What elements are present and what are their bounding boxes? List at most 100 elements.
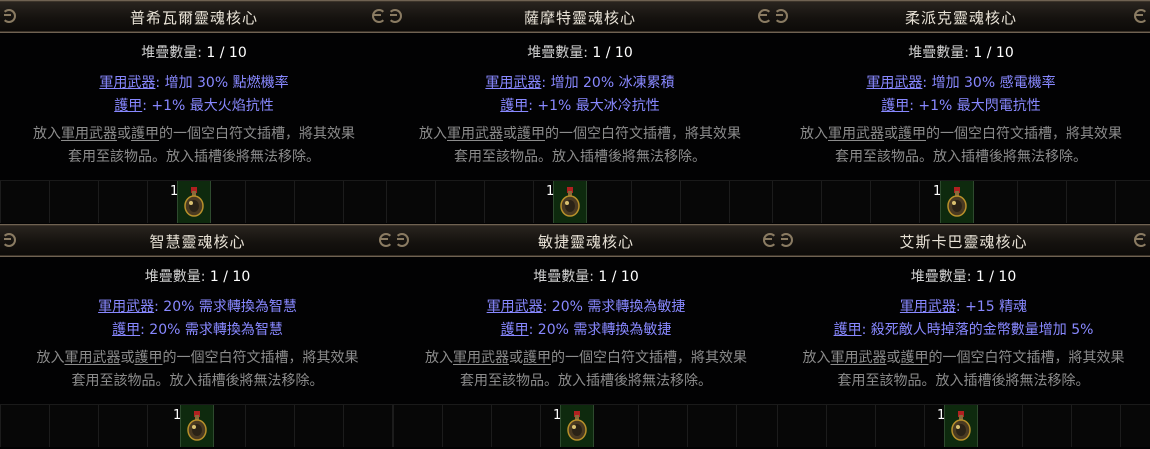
weapon-modifier: 軍用武器: 增加 20% 冰凍累積 xyxy=(386,72,774,92)
item-slot[interactable]: 1 xyxy=(173,405,214,447)
tooltip-header: 敏捷靈魂核心 xyxy=(393,224,779,257)
item-description: 放入軍用武器或護甲的一個空白符文插槽，將其效果 套用至該物品。放入插槽後將無法移… xyxy=(386,123,774,169)
armour-keyword[interactable]: 護甲 xyxy=(500,98,528,114)
description-line-1: 放入軍用武器或護甲的一個空白符文插槽，將其效果 xyxy=(772,123,1150,146)
weapon-keyword[interactable]: 軍用武器 xyxy=(99,75,155,91)
weapon-effect: : 增加 30% 感電機率 xyxy=(922,75,1056,91)
inventory-strip: 1 xyxy=(772,180,1150,223)
description-line-1: 放入軍用武器或護甲的一個空白符文插槽，將其效果 xyxy=(777,347,1150,370)
tooltip-header: 智慧靈魂核心 xyxy=(0,224,395,257)
item-title: 敏捷靈魂核心 xyxy=(537,233,634,251)
item-quantity: 1 xyxy=(173,408,182,423)
weapon-modifier: 軍用武器: +15 精魂 xyxy=(777,296,1150,316)
desc-armour-keyword[interactable]: 護甲 xyxy=(898,126,926,142)
desc-armour-keyword[interactable]: 護甲 xyxy=(517,126,545,142)
soul-core-tooltip[interactable]: 敏捷靈魂核心 堆疊數量: 1 / 10 軍用武器: 20% 需求轉換為敏捷 護甲… xyxy=(393,224,779,449)
stack-value: 1 / 10 xyxy=(592,45,633,61)
desc-text: 的一個空白符文插槽，將其效果 xyxy=(928,350,1125,366)
stack-label: 堆疊數量: xyxy=(533,269,599,285)
item-description: 放入軍用武器或護甲的一個空白符文插槽，將其效果 套用至該物品。放入插槽後將無法移… xyxy=(0,123,388,169)
desc-armour-keyword[interactable]: 護甲 xyxy=(135,350,163,366)
item-slot[interactable]: 1 xyxy=(937,405,978,447)
soul-core-tooltip[interactable]: 普希瓦爾靈魂核心 堆疊數量: 1 / 10 軍用武器: 增加 30% 點燃機率 … xyxy=(0,0,388,225)
desc-text: 或 xyxy=(886,350,901,366)
desc-weapon-keyword[interactable]: 軍用武器 xyxy=(447,126,503,142)
weapon-keyword[interactable]: 軍用武器 xyxy=(900,299,956,315)
weapon-modifier: 軍用武器: 20% 需求轉換為敏捷 xyxy=(393,296,779,316)
description-line-2: 套用至該物品。放入插槽後將無法移除。 xyxy=(460,373,712,389)
weapon-keyword[interactable]: 軍用武器 xyxy=(487,299,543,315)
desc-text: 的一個空白符文插槽，將其效果 xyxy=(159,126,355,142)
tooltip-header: 艾斯卡巴靈魂核心 xyxy=(777,224,1150,257)
stack-value: 1 / 10 xyxy=(206,45,247,61)
weapon-modifier: 軍用武器: 增加 30% 感電機率 xyxy=(772,72,1150,92)
soul-core-flask-icon xyxy=(187,411,207,441)
armour-effect: : +1% 最大火焰抗性 xyxy=(142,98,274,114)
desc-text: 或 xyxy=(117,126,131,142)
description-line-1: 放入軍用武器或護甲的一個空白符文插槽，將其效果 xyxy=(0,123,388,146)
armour-keyword[interactable]: 護甲 xyxy=(114,98,142,114)
item-slot[interactable]: 1 xyxy=(933,181,974,223)
desc-weapon-keyword[interactable]: 軍用武器 xyxy=(65,350,121,366)
right-ornament-icon xyxy=(758,9,772,23)
armour-keyword[interactable]: 護甲 xyxy=(834,322,862,338)
desc-armour-keyword[interactable]: 護甲 xyxy=(131,126,159,142)
inventory-strip: 1 xyxy=(777,404,1150,447)
weapon-effect: : 20% 需求轉換為敏捷 xyxy=(542,299,686,315)
description-line-1: 放入軍用武器或護甲的一個空白符文插槽，將其效果 xyxy=(386,123,774,146)
stack-label: 堆疊數量: xyxy=(144,269,210,285)
stack-size: 堆疊數量: 1 / 10 xyxy=(0,42,388,62)
weapon-keyword[interactable]: 軍用武器 xyxy=(98,299,154,315)
item-quantity: 1 xyxy=(546,184,555,199)
soul-core-flask-icon xyxy=(567,411,587,441)
soul-core-tooltip[interactable]: 薩摩特靈魂核心 堆疊數量: 1 / 10 軍用武器: 增加 20% 冰凍累積 護… xyxy=(386,0,774,225)
item-title: 普希瓦爾靈魂核心 xyxy=(129,9,258,27)
soul-core-tooltip[interactable]: 艾斯卡巴靈魂核心 堆疊數量: 1 / 10 軍用武器: +15 精魂 護甲: 殺… xyxy=(777,224,1150,449)
armour-effect: : +1% 最大閃電抗性 xyxy=(909,98,1041,114)
weapon-effect: : +15 精魂 xyxy=(955,299,1028,315)
soul-core-tooltip[interactable]: 柔派克靈魂核心 堆疊數量: 1 / 10 軍用武器: 增加 30% 感電機率 護… xyxy=(772,0,1150,225)
armour-keyword[interactable]: 護甲 xyxy=(112,322,140,338)
right-ornament-icon xyxy=(763,233,777,247)
soul-core-flask-icon xyxy=(184,187,204,217)
weapon-effect: : 增加 20% 冰凍累積 xyxy=(541,75,675,91)
item-description: 放入軍用武器或護甲的一個空白符文插槽，將其效果 套用至該物品。放入插槽後將無法移… xyxy=(772,123,1150,169)
desc-weapon-keyword[interactable]: 軍用武器 xyxy=(831,350,887,366)
item-slot[interactable]: 1 xyxy=(553,405,594,447)
desc-armour-keyword[interactable]: 護甲 xyxy=(901,350,929,366)
stack-label: 堆疊數量: xyxy=(527,45,593,61)
desc-text: 放入 xyxy=(800,126,828,142)
desc-weapon-keyword[interactable]: 軍用武器 xyxy=(61,126,117,142)
soul-core-tooltip[interactable]: 智慧靈魂核心 堆疊數量: 1 / 10 軍用武器: 20% 需求轉換為智慧 護甲… xyxy=(0,224,395,449)
weapon-keyword[interactable]: 軍用武器 xyxy=(866,75,922,91)
tooltip-header: 柔派克靈魂核心 xyxy=(772,0,1150,33)
stack-label: 堆疊數量: xyxy=(910,269,976,285)
soul-core-flask-icon xyxy=(947,187,967,217)
weapon-keyword[interactable]: 軍用武器 xyxy=(485,75,541,91)
item-title: 薩摩特靈魂核心 xyxy=(523,9,636,27)
right-ornament-icon xyxy=(379,233,393,247)
stack-value: 1 / 10 xyxy=(975,269,1017,285)
description-line-2: 套用至該物品。放入插槽後將無法移除。 xyxy=(68,149,320,165)
desc-armour-keyword[interactable]: 護甲 xyxy=(523,350,551,366)
description-line-1: 放入軍用武器或護甲的一個空白符文插槽，將其效果 xyxy=(393,347,779,370)
armour-effect: : 殺死敵人時掉落的金幣數量增加 5% xyxy=(861,322,1094,338)
item-slot[interactable]: 1 xyxy=(546,181,587,223)
armour-keyword[interactable]: 護甲 xyxy=(501,322,529,338)
soul-core-flask-icon xyxy=(951,411,971,441)
desc-weapon-keyword[interactable]: 軍用武器 xyxy=(453,350,509,366)
item-quantity: 1 xyxy=(553,408,562,423)
item-slot[interactable]: 1 xyxy=(170,181,211,223)
desc-text: 的一個空白符文插槽，將其效果 xyxy=(162,350,359,366)
description-line-2: 套用至該物品。放入插槽後將無法移除。 xyxy=(835,149,1087,165)
tooltip-header: 薩摩特靈魂核心 xyxy=(386,0,774,33)
item-quantity: 1 xyxy=(933,184,942,199)
inventory-strip: 1 xyxy=(393,404,779,447)
armour-keyword[interactable]: 護甲 xyxy=(881,98,909,114)
item-title: 柔派克靈魂核心 xyxy=(904,9,1017,27)
armour-effect: : +1% 最大冰冷抗性 xyxy=(528,98,660,114)
desc-text: 或 xyxy=(884,126,898,142)
stack-value: 1 / 10 xyxy=(209,269,251,285)
desc-weapon-keyword[interactable]: 軍用武器 xyxy=(828,126,884,142)
desc-text: 或 xyxy=(503,126,517,142)
